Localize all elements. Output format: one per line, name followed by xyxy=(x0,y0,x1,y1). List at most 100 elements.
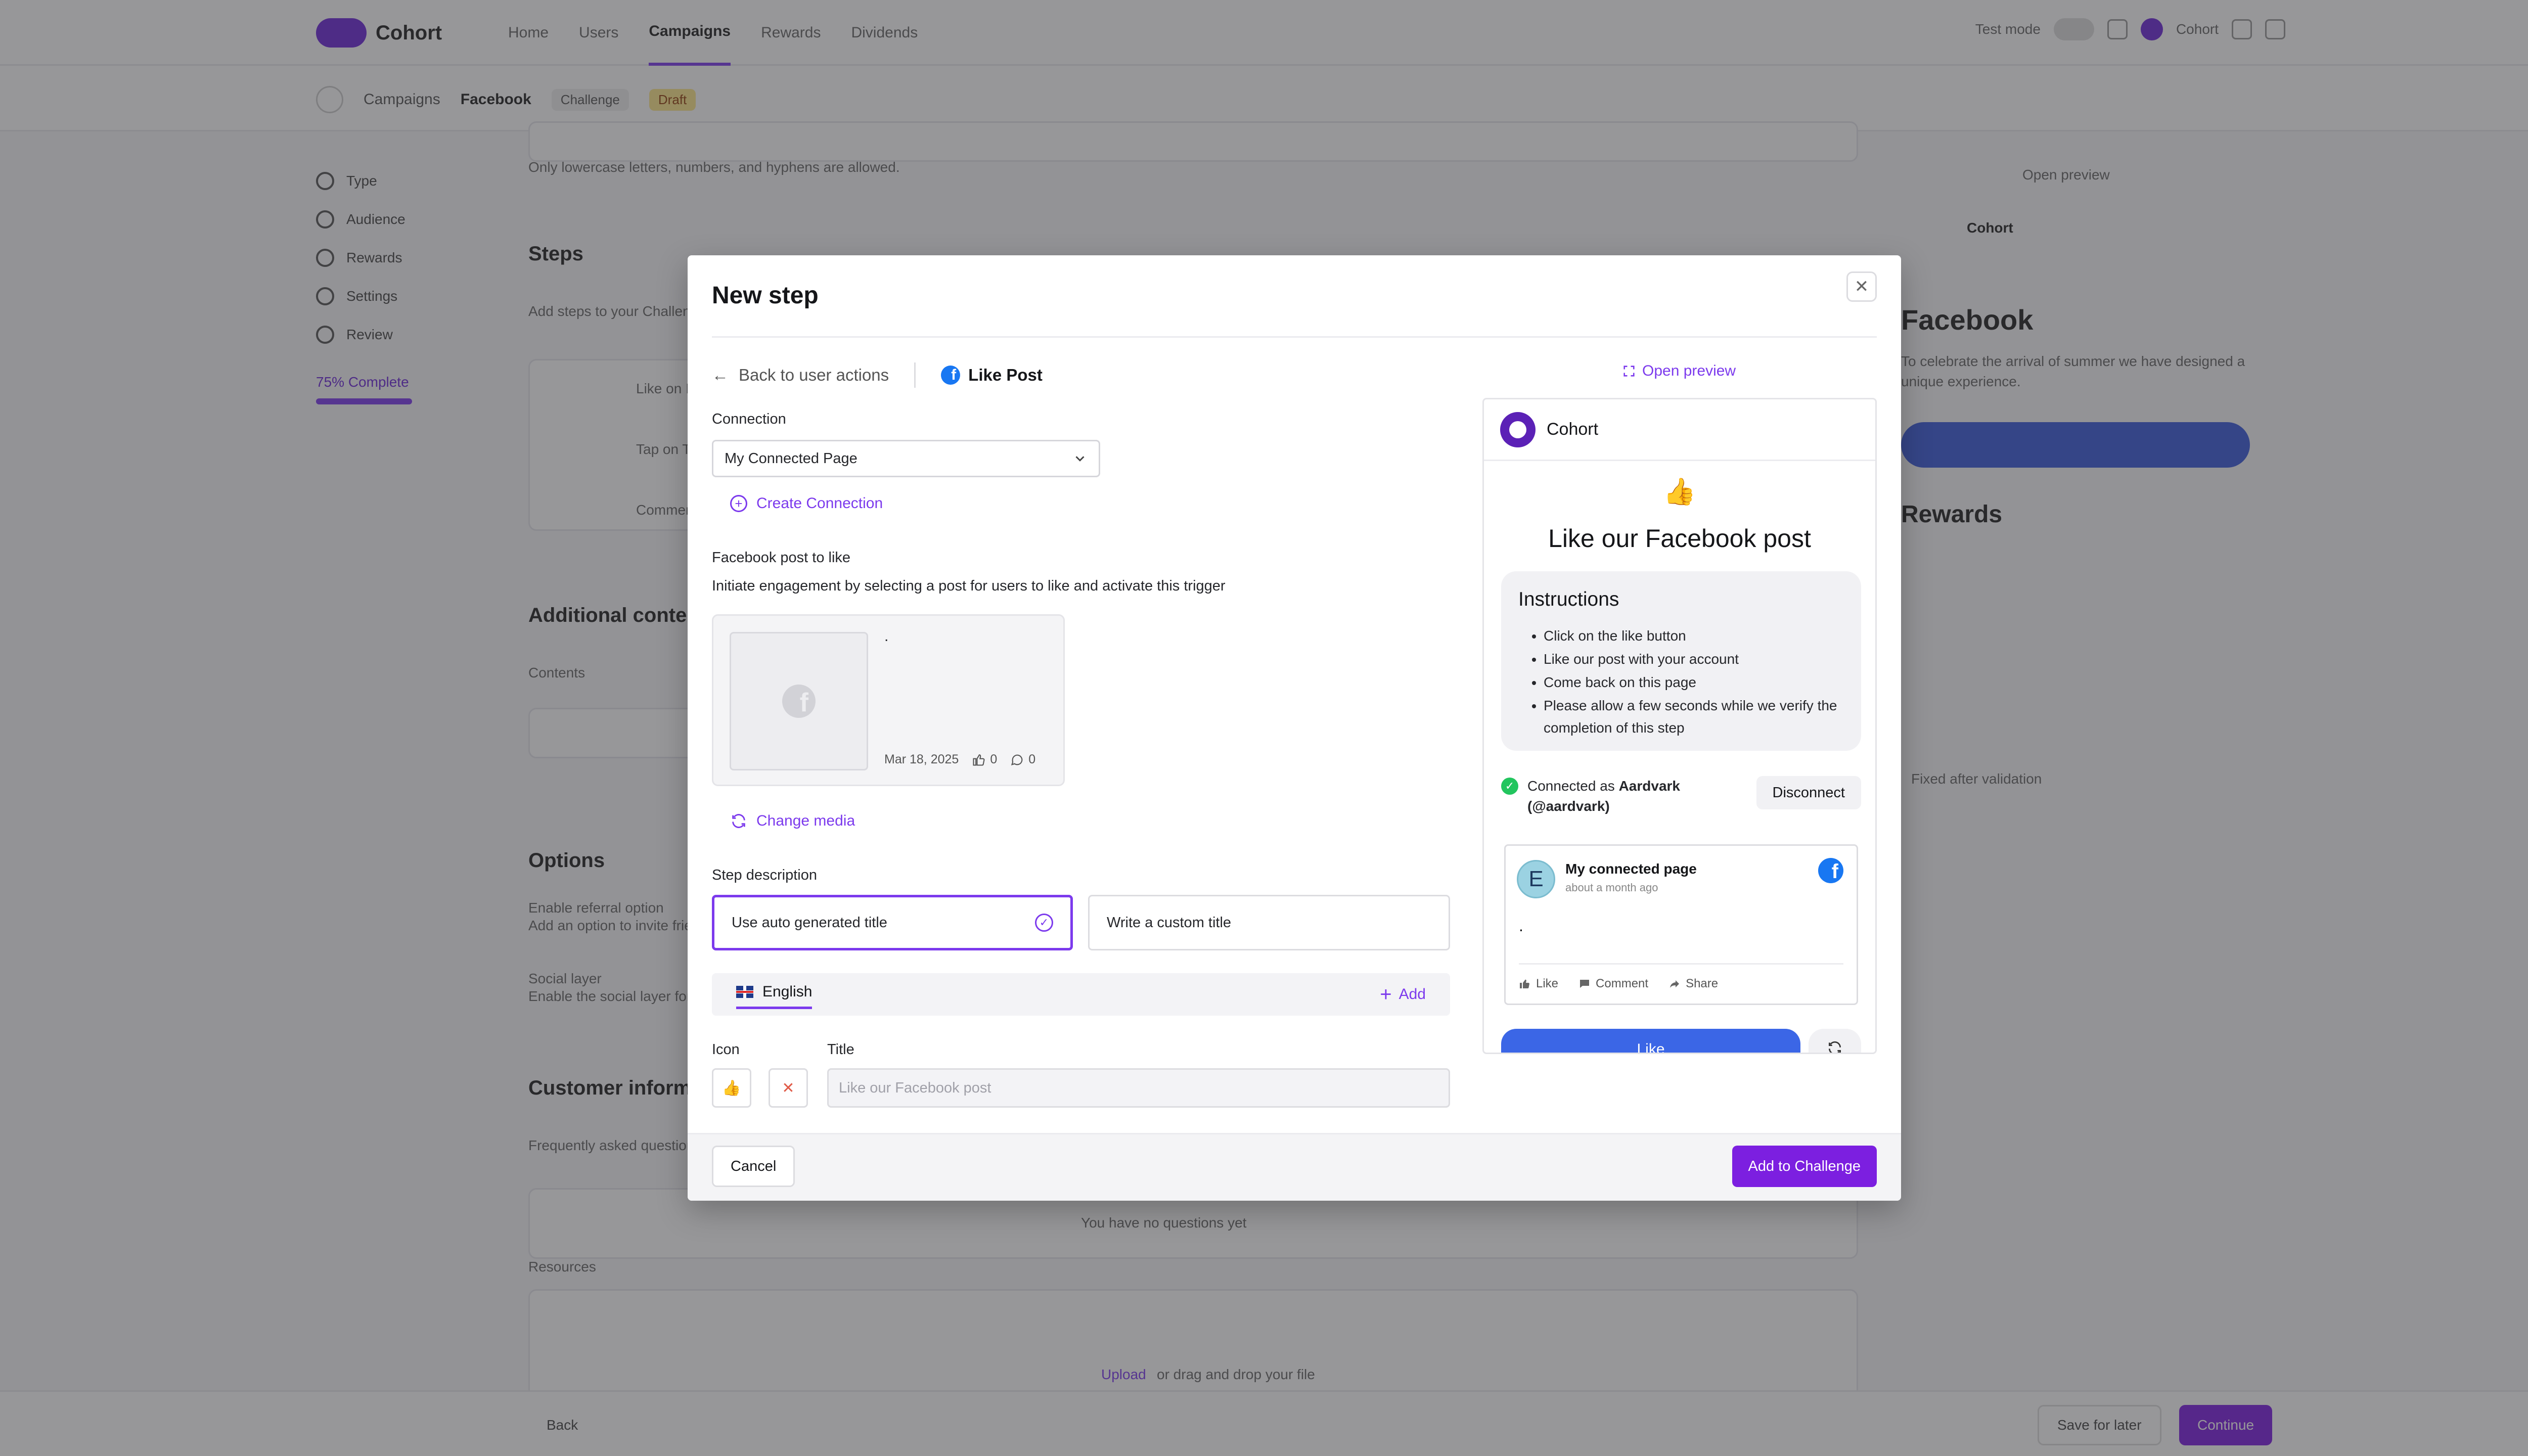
post-label: Facebook post to like xyxy=(712,550,851,566)
connected-prefix: Connected as xyxy=(1527,778,1615,794)
facebook-post-preview: E My connected page about a month ago f … xyxy=(1504,844,1858,1005)
post-actions: Like Comment Share xyxy=(1519,963,1843,991)
option-custom-title-label: Write a custom title xyxy=(1107,914,1232,931)
post-comment-label: Comment xyxy=(1596,977,1649,990)
new-step-modal: New step ✕ ← Back to user actions f Like… xyxy=(688,255,1901,1201)
disconnect-button[interactable]: Disconnect xyxy=(1756,776,1861,809)
thumbs-up-emoji-icon: 👍 xyxy=(722,1079,741,1097)
step-header: ← Back to user actions f Like Post xyxy=(712,362,1043,388)
expand-icon xyxy=(1623,366,1635,377)
icon-picker[interactable]: 👍 xyxy=(712,1068,751,1108)
cancel-button[interactable]: Cancel xyxy=(712,1146,795,1187)
language-tabs: English + Add xyxy=(712,973,1450,1016)
post-comment-action[interactable]: Comment xyxy=(1578,977,1648,991)
post-share-action[interactable]: Share xyxy=(1668,977,1718,991)
preview-header: Cohort xyxy=(1484,399,1875,461)
uk-flag-icon xyxy=(736,986,753,998)
facebook-icon: f xyxy=(1818,858,1843,883)
post-like-label: Like xyxy=(1536,977,1559,990)
instruction-item: Come back on this page xyxy=(1544,671,1844,694)
close-icon: ✕ xyxy=(782,1079,795,1097)
like-button[interactable]: Like xyxy=(1501,1029,1800,1053)
instruction-item: Please allow a few seconds while we veri… xyxy=(1544,695,1844,739)
instruction-item: Like our post with your account xyxy=(1544,648,1844,670)
option-auto-title[interactable]: Use auto generated title ✓ xyxy=(712,895,1073,950)
add-language-button[interactable]: + Add xyxy=(1380,984,1426,1005)
back-to-user-actions-link[interactable]: ← Back to user actions xyxy=(712,366,889,385)
change-media-link[interactable]: Change media xyxy=(730,812,855,830)
check-circle-icon: ✓ xyxy=(1035,914,1053,932)
action-title: f Like Post xyxy=(941,366,1043,385)
brand-logo-icon xyxy=(1500,412,1536,447)
thumbs-up-icon xyxy=(973,754,985,766)
preview-title: Like our Facebook post xyxy=(1548,524,1811,553)
icon-label: Icon xyxy=(712,1041,740,1058)
check-icon: ✓ xyxy=(1501,778,1518,795)
post-thumbnail: f xyxy=(730,632,868,770)
thumbs-up-icon xyxy=(1520,979,1529,989)
preview-brand: Cohort xyxy=(1547,420,1599,439)
post-description: Initiate engagement by selecting a post … xyxy=(712,578,1226,594)
create-connection-link[interactable]: + Create Connection xyxy=(730,495,883,512)
connected-as: ✓ Connected as Aardvark (@aardvark) xyxy=(1501,776,1680,816)
connected-handle: (@aardvark) xyxy=(1527,798,1610,814)
tab-english[interactable]: English xyxy=(736,983,812,1009)
facebook-placeholder-icon: f xyxy=(782,685,816,718)
step-preview: Cohort 👍 Like our Facebook post Instruct… xyxy=(1482,398,1877,1054)
create-connection-label: Create Connection xyxy=(756,495,883,512)
option-auto-title-label: Use auto generated title xyxy=(732,914,887,931)
preview-emoji: 👍 xyxy=(1663,477,1696,507)
instructions-list: Click on the like button Like our post w… xyxy=(1518,625,1844,739)
action-name: Like Post xyxy=(968,366,1043,384)
header-separator xyxy=(914,362,916,388)
refresh-button[interactable] xyxy=(1809,1029,1861,1053)
plus-circle-icon: + xyxy=(730,495,747,512)
post-share-label: Share xyxy=(1686,977,1719,990)
step-description-label: Step description xyxy=(712,867,817,883)
post-text: . xyxy=(884,628,889,645)
post-meta: Mar 18, 2025 0 0 xyxy=(884,752,1035,767)
page-name: My connected page xyxy=(1565,861,1697,877)
close-icon: ✕ xyxy=(1854,277,1869,296)
connection-status: ✓ Connected as Aardvark (@aardvark) Disc… xyxy=(1501,776,1861,816)
modal-footer: Cancel Add to Challenge xyxy=(688,1133,1901,1201)
connection-select[interactable]: My Connected Page xyxy=(712,440,1100,477)
instructions-card: Instructions Click on the like button Li… xyxy=(1501,571,1861,751)
share-icon xyxy=(1670,980,1680,988)
comment-icon xyxy=(1011,754,1023,765)
change-media-label: Change media xyxy=(756,812,855,829)
facebook-icon: f xyxy=(941,366,961,385)
instructions-title: Instructions xyxy=(1518,588,1619,610)
instruction-item: Click on the like button xyxy=(1544,625,1844,647)
clear-icon-button[interactable]: ✕ xyxy=(769,1068,808,1108)
plus-icon: + xyxy=(1380,983,1392,1006)
refresh-icon xyxy=(1829,1041,1841,1053)
post-date: Mar 18, 2025 xyxy=(884,752,959,766)
connection-selected-value: My Connected Page xyxy=(725,450,857,467)
open-preview-link[interactable]: Open preview xyxy=(1622,362,1736,380)
selected-post-card[interactable]: f . Mar 18, 2025 0 0 xyxy=(712,614,1065,786)
modal-divider xyxy=(712,336,1877,338)
language-label: English xyxy=(762,983,812,1000)
add-to-challenge-button[interactable]: Add to Challenge xyxy=(1732,1146,1877,1187)
chevron-down-icon xyxy=(1075,456,1085,462)
back-link-label: Back to user actions xyxy=(739,366,889,384)
option-custom-title[interactable]: Write a custom title xyxy=(1088,895,1450,950)
post-likes-count: 0 xyxy=(990,752,998,766)
arrow-left-icon: ← xyxy=(712,366,729,384)
close-button[interactable]: ✕ xyxy=(1846,271,1877,302)
post-body: . xyxy=(1519,917,1523,935)
post-like-action[interactable]: Like xyxy=(1519,977,1558,991)
title-label: Title xyxy=(827,1041,854,1058)
post-likes: 0 xyxy=(972,752,997,767)
page-avatar: E xyxy=(1517,860,1555,898)
comment-icon xyxy=(1580,980,1590,988)
post-comments: 0 xyxy=(1010,752,1035,767)
post-comments-count: 0 xyxy=(1028,752,1036,766)
open-preview-label: Open preview xyxy=(1642,362,1736,379)
title-input[interactable] xyxy=(827,1068,1450,1108)
post-time: about a month ago xyxy=(1565,881,1658,894)
modal-title: New step xyxy=(712,282,819,309)
add-language-label: Add xyxy=(1398,986,1426,1003)
connected-name: Aardvark xyxy=(1618,778,1680,794)
